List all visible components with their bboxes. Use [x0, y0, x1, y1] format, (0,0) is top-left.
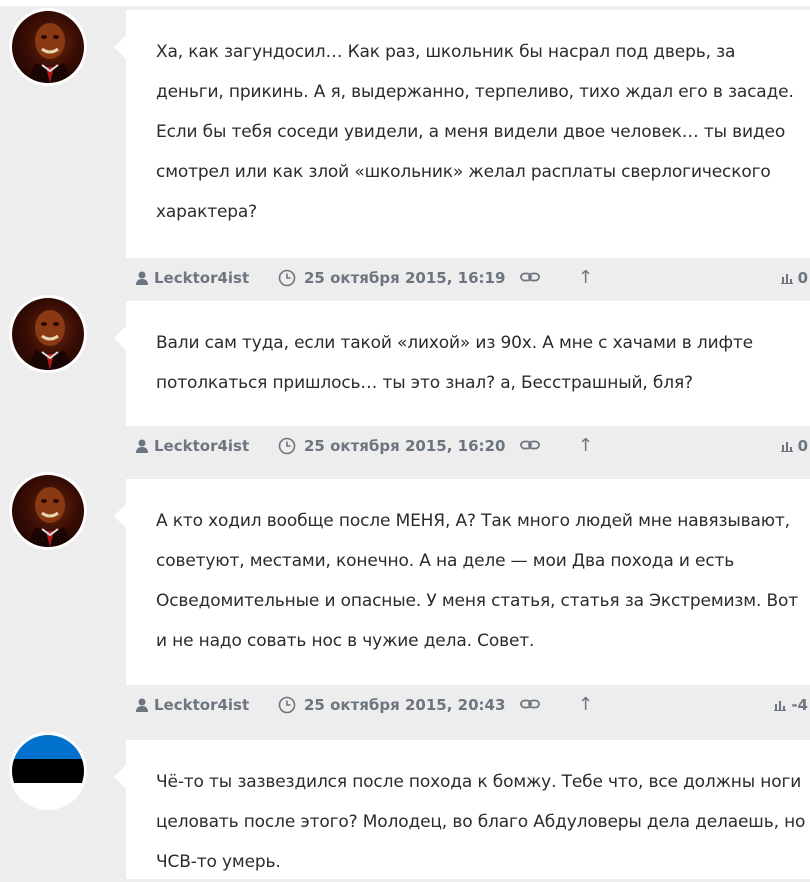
comment-date[interactable]: 25 октября 2015, 16:20 [278, 437, 505, 455]
comment-date[interactable]: 25 октября 2015, 16:19 [278, 269, 505, 287]
avatar[interactable] [9, 732, 87, 810]
permalink-button[interactable] [520, 696, 540, 714]
rating-value: 0 [797, 269, 808, 287]
estonian-flag-avatar-image [12, 735, 84, 807]
rating-value: -4 [791, 696, 808, 714]
avatar[interactable] [9, 8, 87, 86]
top-divider [0, 0, 810, 6]
comment-rating[interactable]: -4 [774, 696, 808, 714]
comment-rating[interactable]: 0 [780, 269, 808, 287]
arrow-up-icon[interactable]: ↑ [578, 267, 593, 288]
portrait-avatar-image [12, 298, 84, 370]
link-icon [520, 440, 540, 450]
arrow-up-icon[interactable]: ↑ [578, 435, 593, 456]
bar-chart-icon [780, 441, 793, 452]
arrow-up-icon[interactable]: ↑ [578, 694, 593, 715]
clock-icon [278, 696, 296, 714]
comment-text: Чё-то ты зазвездился после похода к бомж… [156, 772, 806, 872]
comment-text: Ха, как загундосил… Как раз, школьник бы… [156, 42, 794, 222]
comment-body: Ха, как загундосил… Как раз, школьник бы… [114, 10, 810, 258]
comment-meta: Lecktor4ist 25 октября 2015, 20:43 ↑ -4 [126, 686, 810, 726]
date-text: 25 октября 2015, 16:19 [304, 269, 506, 287]
author-link[interactable]: Lecktor4ist [136, 269, 249, 287]
user-icon [136, 698, 148, 712]
portrait-avatar-image [12, 11, 84, 83]
bar-chart-icon [774, 700, 787, 711]
comment-date[interactable]: 25 октября 2015, 20:43 [278, 696, 505, 714]
author-name: Lecktor4ist [154, 269, 250, 287]
comment-body: Чё-то ты зазвездился после похода к бомж… [114, 740, 810, 879]
avatar[interactable] [9, 295, 87, 373]
comment-body: А кто ходил вообще после МЕНЯ, А? Так мн… [114, 479, 810, 685]
avatar[interactable] [9, 472, 87, 550]
author-link[interactable]: Lecktor4ist [136, 437, 249, 455]
link-icon [520, 272, 540, 282]
date-text: 25 октября 2015, 16:20 [304, 437, 506, 455]
author-name: Lecktor4ist [154, 437, 250, 455]
comment-meta: Lecktor4ist 25 октября 2015, 16:20 ↑ 0 [126, 427, 810, 467]
rating-value: 0 [797, 437, 808, 455]
portrait-avatar-image [12, 475, 84, 547]
link-icon [520, 699, 540, 709]
comment-text: Вали сам туда, если такой «лихой» из 90х… [156, 333, 753, 393]
comment-body: Вали сам туда, если такой «лихой» из 90х… [114, 301, 810, 426]
comment-meta: Lecktor4ist 25 октября 2015, 16:19 ↑ 0 [126, 259, 810, 299]
comment-rating[interactable]: 0 [780, 437, 808, 455]
bar-chart-icon [780, 273, 793, 284]
date-text: 25 октября 2015, 20:43 [304, 696, 506, 714]
clock-icon [278, 437, 296, 455]
permalink-button[interactable] [520, 437, 540, 455]
user-icon [136, 439, 148, 453]
clock-icon [278, 269, 296, 287]
author-name: Lecktor4ist [154, 696, 250, 714]
author-link[interactable]: Lecktor4ist [136, 696, 249, 714]
comment-text: А кто ходил вообще после МЕНЯ, А? Так мн… [156, 511, 799, 651]
user-icon [136, 271, 148, 285]
permalink-button[interactable] [520, 269, 540, 287]
